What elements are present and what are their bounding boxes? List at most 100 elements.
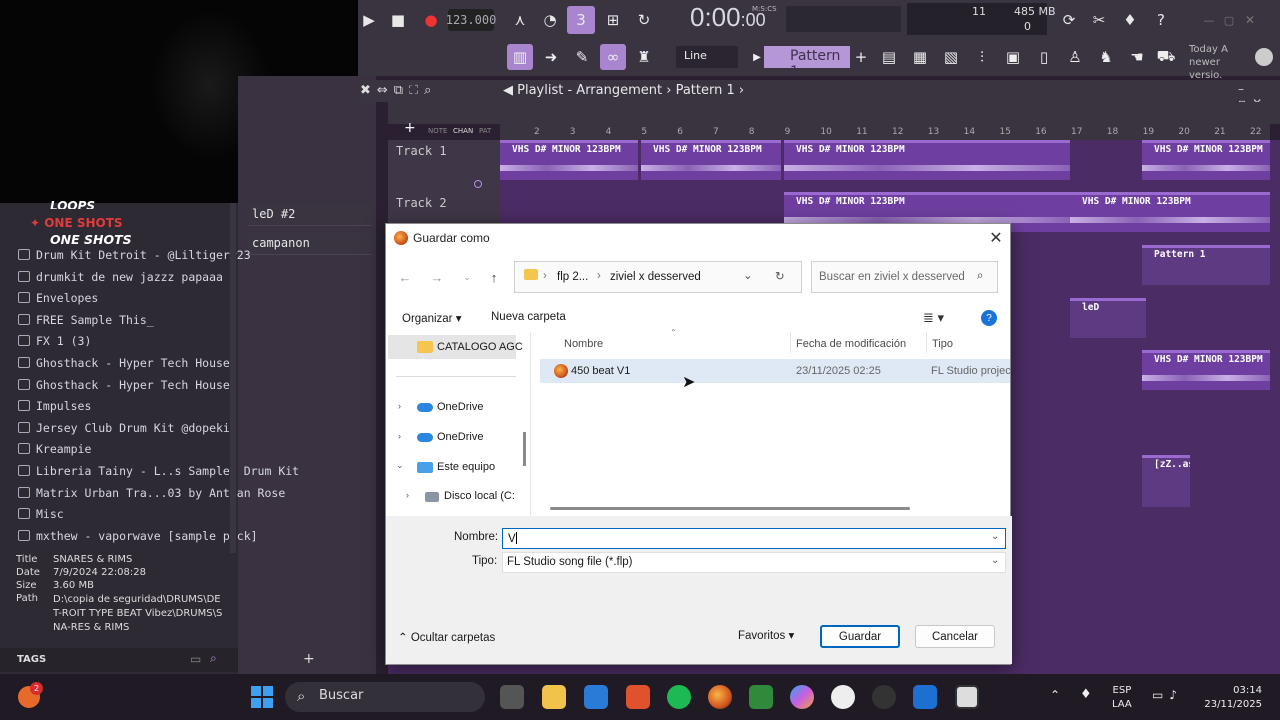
column-fecha[interactable]: Fecha de modificación [796,338,906,350]
browser-item[interactable]: Libreria Tainy - L..s Samples Drum Kit [18,464,299,484]
hide-folders-button[interactable]: ⌃ Ocultar carpetas [398,630,495,644]
pattern-selector[interactable]: Pattern 1 [764,46,850,80]
link-icon[interactable]: ∞ [600,44,626,70]
track-1-mute-icon[interactable] [474,180,482,188]
browser-item[interactable]: Ghosthack - Hyper Tech House [18,356,230,376]
track-1-header[interactable]: Track 1 [388,140,500,192]
obs-icon[interactable] [872,685,896,709]
start-icon[interactable] [251,686,273,708]
playlist-icon[interactable]: ▤ [876,44,902,70]
blend-icon[interactable]: ⊞ [600,6,626,34]
piano-icon[interactable]: ▥ [507,44,533,70]
file-row[interactable]: 450 beat V1 23/11/2025 02:25 FL Studio p… [540,359,1011,383]
help-icon[interactable]: ? [981,310,997,326]
browser-item[interactable]: Ghosthack - Hyper Tech House [18,378,230,398]
back-icon[interactable]: ← [394,268,416,286]
view-icon[interactable]: ≣ ▾ [923,310,944,326]
channel-rack-icon[interactable]: ▦ [907,44,933,70]
refresh-icon[interactable]: ⟳ [1056,6,1082,34]
stop-icon[interactable]: ■ [385,6,411,34]
browser-item[interactable]: Misc [18,507,64,527]
store-icon[interactable] [584,685,608,709]
column-nombre[interactable]: Nombre [564,338,603,350]
folder-loops[interactable]: LOOPS [50,199,95,209]
browser-item[interactable]: drumkit de new jazzz papaaa [18,270,223,290]
browser-item[interactable]: Jersey Club Drum Kit @dopekit [18,421,237,441]
browser-scrollbar[interactable] [230,203,236,553]
audio-clip[interactable]: VHS D# MINOR 123BPM [1142,350,1270,390]
dialog-close-button[interactable]: ✕ [984,227,1008,249]
chevron-down-icon[interactable]: ⌄ [743,268,753,282]
language-indicator[interactable]: ESP LAA [1112,684,1132,712]
file-icon[interactable]: ▯ [1031,44,1057,70]
cart-icon[interactable]: ⛟ [1153,44,1179,70]
wait-icon[interactable]: ◔ [537,6,563,34]
browser-item[interactable]: mxthew - vaporwave [sample pack] [18,529,258,549]
record-icon[interactable]: ● [418,6,444,34]
new-folder-button[interactable]: Nueva carpeta [491,311,566,323]
close-icon[interactable]: ✕ [1237,6,1263,34]
file-type-select[interactable]: FL Studio song file (*.flp) ⌄ [502,552,1006,573]
tab-chan[interactable]: CHAN [453,127,473,135]
taskbar-search[interactable]: ⌕ Buscar [285,682,485,712]
plugin-picker-icon[interactable]: ♞ [1093,44,1119,70]
column-tipo[interactable]: Tipo [932,338,953,350]
browser-item[interactable]: Drum Kit Detroit - @Liltigerr23 [18,248,251,268]
fl-studio-icon[interactable] [708,685,732,709]
live-icon[interactable] [749,685,773,709]
browser-item[interactable]: Matrix Urban Tra...03 by Antian Rose [18,486,285,506]
search-input[interactable]: Buscar en ziviel x desserved ⌕ [811,261,998,293]
add-pattern-icon[interactable]: + [848,44,874,70]
nav-item-este-equipo[interactable]: Este equipo [437,461,495,473]
search-icon[interactable]: ⌕ [210,651,217,666]
stamp-icon[interactable]: ♜ [631,44,657,70]
clock[interactable]: 03:14 23/11/2025 [1200,684,1262,712]
pattern-clip[interactable]: Pattern 1 [1142,245,1270,285]
browser-item[interactable]: FREE Sample This_ [18,313,154,333]
save-button[interactable]: Guardar [820,625,900,648]
breadcrumb-item[interactable]: flp 2... [557,271,588,283]
up-icon[interactable]: ↑ [483,268,505,286]
brave-icon[interactable] [626,685,650,709]
nav-scrollbar[interactable] [523,432,526,466]
forward-icon[interactable]: → [426,268,448,286]
browser-item[interactable]: Kreampie [18,442,91,462]
account-icon[interactable] [1255,48,1273,66]
arrow-icon[interactable]: ➜ [538,44,564,70]
refresh-icon[interactable]: ↻ [775,269,785,283]
filename-input[interactable]: V ⌄ [502,528,1006,549]
cancel-button[interactable]: Cancelar [915,625,995,648]
tab-note[interactable]: NOTE [428,127,447,135]
recent-icon[interactable]: ⌄ [456,268,478,286]
photos-icon[interactable] [913,685,937,709]
browser-item[interactable]: Envelopes [18,291,98,311]
nav-item-onedrive[interactable]: OneDrive [437,401,483,413]
audio-clip[interactable]: VHS D# MINOR 123BPM [784,140,1070,180]
channel-led2[interactable]: leD #2 [248,204,372,226]
pencil-icon[interactable]: ✎ [569,44,595,70]
add-icon[interactable]: + [303,651,315,667]
help-icon[interactable]: ? [1148,6,1174,34]
mixer-icon[interactable]: ⫶ [969,44,995,70]
led-clip[interactable]: leD [1070,298,1146,338]
task-view-icon[interactable] [500,685,524,709]
folder-one-shots-selected[interactable]: ✦ ONE SHOTS [30,216,123,230]
channel-campanon[interactable]: campanon [248,233,372,255]
piano-roll-icon[interactable]: ▧ [938,44,964,70]
mic-icon[interactable]: ♦ [1117,6,1143,34]
chevron-right-icon[interactable]: › [406,490,409,500]
organizar-button[interactable]: Organizar ▾ [402,311,461,325]
chevron-down-icon[interactable]: ⌄ [396,460,404,471]
metronome-icon[interactable]: ⋏ [507,6,533,34]
tab-pat[interactable]: PAT [479,127,491,135]
loop-record-icon[interactable]: ↻ [631,6,657,34]
chevron-right-icon[interactable]: › [398,431,401,441]
play-icon[interactable]: ▶ [356,6,382,34]
network-volume-icons[interactable]: ▭♪ [1152,688,1183,702]
address-bar[interactable]: › flp 2... › ziviel x desserved ⌄ ↻ [514,261,802,293]
favoritos-button[interactable]: Favoritos ▾ [738,628,794,642]
nav-item-catalogo[interactable]: CATALOGO AGC [437,341,523,353]
tray-chevron-icon[interactable]: ⌃ [1050,688,1060,702]
breadcrumb-item[interactable]: ziviel x desserved [610,271,701,283]
plugin-icon[interactable]: ♙ [1062,44,1088,70]
